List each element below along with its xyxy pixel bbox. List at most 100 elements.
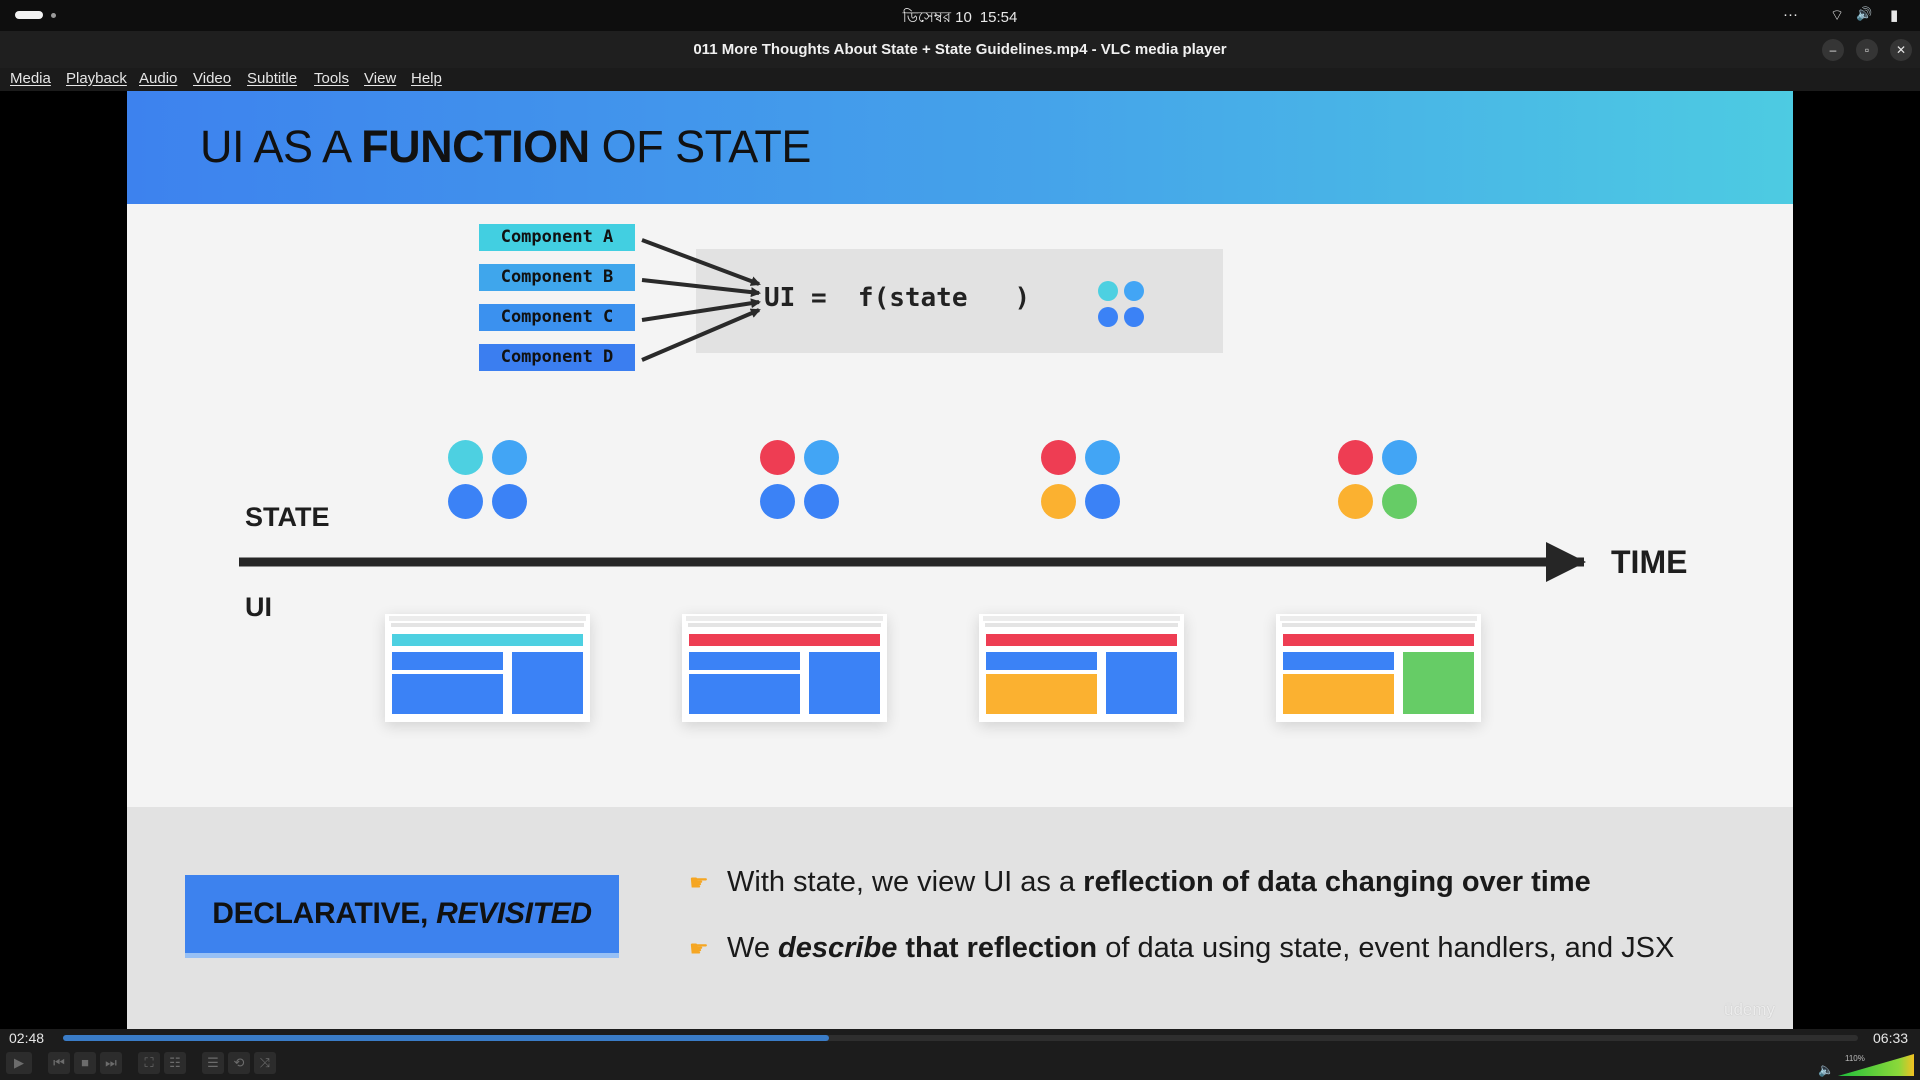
- mock-titlebar: [389, 616, 586, 621]
- ui-mockup: [1276, 614, 1481, 722]
- state-axis-label: STATE: [245, 502, 330, 532]
- state-dots-group: [448, 440, 528, 520]
- state-dot: [1041, 484, 1076, 519]
- mock-header: [392, 634, 583, 646]
- bullet-2: ☛ We describe that reflection of data usi…: [689, 932, 1674, 965]
- state-dot: [1338, 440, 1373, 475]
- state-dot: [492, 440, 527, 475]
- menu-media[interactable]: Media: [10, 70, 51, 87]
- state-dot: [1382, 440, 1417, 475]
- bullet-bold: reflection of data changing over time: [1083, 866, 1591, 898]
- video-frame[interactable]: UI AS A FUNCTION OF STATE Component A Co…: [127, 91, 1793, 1029]
- shuffle-button[interactable]: ⤨: [254, 1052, 276, 1074]
- mock-header: [689, 634, 880, 646]
- system-top-bar: ডিসেম্বর 10 15:54 ··· ⌔ 🔊 ▮: [0, 0, 1920, 31]
- declarative-badge: DECLARATIVE, REVISITED: [185, 875, 619, 953]
- state-dot: [1085, 440, 1120, 475]
- udemy-watermark: ūdemy: [1724, 1000, 1776, 1019]
- window-title-bar: 011 More Thoughts About State + State Gu…: [0, 31, 1920, 68]
- stop-button[interactable]: ■: [74, 1052, 96, 1074]
- mock-header: [986, 634, 1177, 646]
- bullet-text: of data using state, event handlers, and…: [1097, 932, 1675, 964]
- state-dots-group: [1041, 440, 1121, 520]
- overflow-menu-icon[interactable]: ···: [1783, 6, 1798, 23]
- battery-icon[interactable]: ▮: [1890, 6, 1898, 24]
- menu-view[interactable]: View: [364, 70, 396, 87]
- mock-right: [809, 652, 880, 714]
- elapsed-time: 02:48: [9, 1030, 45, 1046]
- state-dot: [448, 440, 483, 475]
- playlist-button[interactable]: ☰: [202, 1052, 224, 1074]
- extended-settings-button[interactable]: ☷: [164, 1052, 186, 1074]
- state-dots-group: [760, 440, 840, 520]
- loop-button[interactable]: ⟲: [228, 1052, 250, 1074]
- wifi-icon[interactable]: ⌔: [1830, 6, 1844, 25]
- mock-addressbar: [1282, 623, 1475, 627]
- menu-tools[interactable]: Tools: [314, 70, 349, 87]
- state-dot: [492, 484, 527, 519]
- mock-left-bottom: [689, 674, 800, 714]
- mock-addressbar: [391, 623, 584, 627]
- state-dot: [1085, 484, 1120, 519]
- next-button[interactable]: ⏭: [100, 1052, 122, 1074]
- mock-right: [1106, 652, 1177, 714]
- ui-axis-label: UI: [245, 592, 272, 622]
- state-dot: [448, 484, 483, 519]
- ui-mockup: [682, 614, 887, 722]
- pointing-hand-icon: ☛: [689, 936, 709, 962]
- time-text: 15:54: [979, 9, 1018, 26]
- volume-slider[interactable]: [1838, 1054, 1914, 1076]
- bullet-text: With state, we view UI as a: [727, 866, 1084, 898]
- mock-titlebar: [983, 616, 1180, 621]
- mock-left-bottom: [392, 674, 503, 714]
- mock-addressbar: [985, 623, 1178, 627]
- bullet-bold-italic: describe: [778, 932, 898, 964]
- badge-bold: DECLARATIVE,: [212, 897, 429, 930]
- bullet-bold: that reflection: [897, 932, 1098, 964]
- previous-button[interactable]: ⏮: [48, 1052, 70, 1074]
- bullet-text: We: [727, 932, 779, 964]
- seek-progress: [63, 1035, 830, 1041]
- mock-left-top: [1283, 652, 1394, 670]
- date-text: ডিসেম্বর 10: [902, 9, 972, 26]
- play-button[interactable]: ▶: [6, 1052, 32, 1074]
- state-dots-group: [1338, 440, 1418, 520]
- mock-titlebar: [1280, 616, 1477, 621]
- total-time: 06:33: [1873, 1030, 1909, 1046]
- state-dot: [760, 484, 795, 519]
- menu-audio[interactable]: Audio: [139, 70, 177, 87]
- bullet-1: ☛ With state, we view UI as a reflection …: [689, 866, 1591, 899]
- mock-right: [1403, 652, 1474, 714]
- menu-playback[interactable]: Playback: [66, 70, 127, 87]
- pointing-hand-icon: ☛: [689, 870, 709, 896]
- mock-right: [512, 652, 583, 714]
- state-dot: [760, 440, 795, 475]
- minimize-button[interactable]: –: [1822, 39, 1844, 61]
- close-button[interactable]: ✕: [1890, 39, 1912, 61]
- fullscreen-button[interactable]: ⛶: [138, 1052, 160, 1074]
- mock-titlebar: [686, 616, 883, 621]
- mock-left-bottom: [986, 674, 1097, 714]
- state-dot: [804, 484, 839, 519]
- badge-italic: REVISITED: [436, 897, 592, 930]
- state-dot: [1338, 484, 1373, 519]
- mute-icon[interactable]: 🔈: [1818, 1062, 1834, 1078]
- clock[interactable]: ডিসেম্বর 10 15:54: [0, 6, 1920, 31]
- mock-addressbar: [688, 623, 881, 627]
- menu-subtitle[interactable]: Subtitle: [247, 70, 297, 87]
- state-dot: [1382, 484, 1417, 519]
- maximize-button[interactable]: ▫: [1856, 39, 1878, 61]
- mock-left-bottom: [1283, 674, 1394, 714]
- mock-left-top: [986, 652, 1097, 670]
- mock-left-top: [689, 652, 800, 670]
- ui-mockup: [385, 614, 590, 722]
- mock-left-top: [392, 652, 503, 670]
- time-axis-label: TIME: [1611, 544, 1688, 580]
- ui-mockup: [979, 614, 1184, 722]
- menu-video[interactable]: Video: [193, 70, 231, 87]
- mock-header: [1283, 634, 1474, 646]
- state-dot: [1041, 440, 1076, 475]
- window-title: 011 More Thoughts About State + State Gu…: [693, 41, 1227, 58]
- volume-icon[interactable]: 🔊: [1856, 6, 1872, 22]
- menu-help[interactable]: Help: [411, 70, 442, 87]
